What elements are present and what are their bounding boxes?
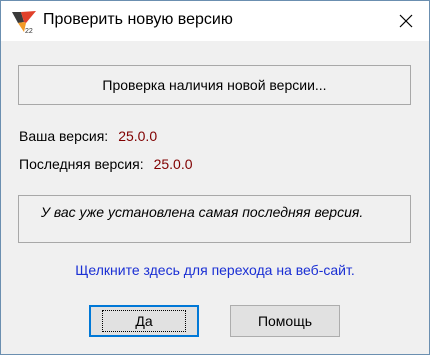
your-version-value: 25.0.0 <box>118 128 158 144</box>
help-button-label: Помощь <box>257 313 313 329</box>
latest-version-row: Последняя версия: 25.0.0 <box>19 156 193 172</box>
app-logo-icon: 22 <box>12 11 36 34</box>
title-bar: 22 Проверить новую версию <box>1 1 429 41</box>
message-text: У вас уже установлена самая последняя ве… <box>41 204 364 220</box>
website-link[interactable]: Щелкните здесь для перехода на веб-сайт. <box>1 262 429 278</box>
ok-button[interactable]: Да <box>89 305 199 337</box>
your-version-label: Ваша версия: <box>19 128 109 144</box>
window-title: Проверить новую версию <box>43 11 233 28</box>
message-box: У вас уже установлена самая последняя ве… <box>18 195 411 243</box>
status-text: Проверка наличия новой версии... <box>102 77 327 93</box>
latest-version-value: 25.0.0 <box>153 156 193 172</box>
help-button[interactable]: Помощь <box>230 305 340 337</box>
status-box: Проверка наличия новой версии... <box>18 65 411 105</box>
ok-button-label: Да <box>102 310 186 332</box>
latest-version-label: Последняя версия: <box>19 156 144 172</box>
svg-text:22: 22 <box>25 28 33 34</box>
close-button[interactable] <box>383 1 429 41</box>
your-version-row: Ваша версия: 25.0.0 <box>19 128 157 144</box>
check-update-dialog: 22 Проверить новую версию Проверка налич… <box>0 0 430 355</box>
close-icon <box>399 14 413 28</box>
